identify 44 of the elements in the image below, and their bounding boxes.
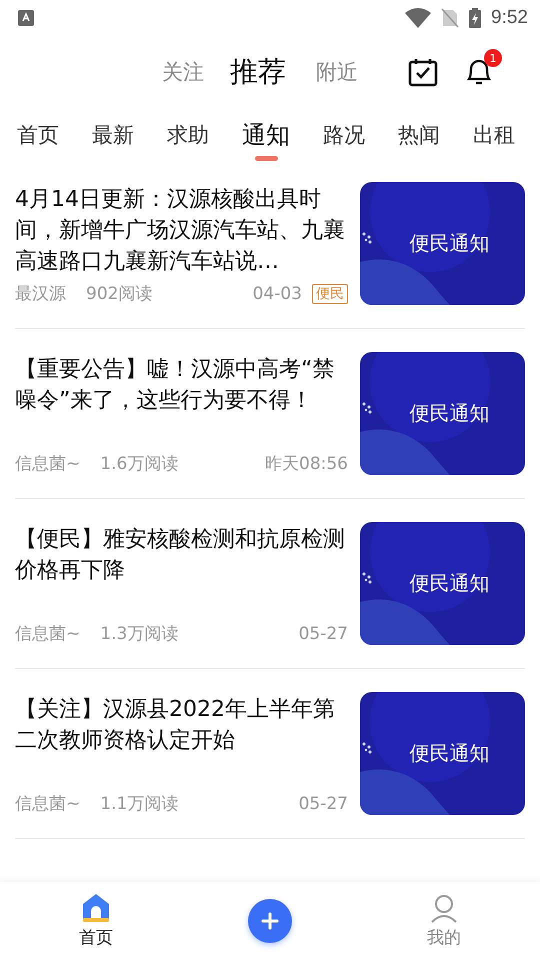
tab-indicator xyxy=(254,156,278,161)
category-tab[interactable]: 路况 xyxy=(323,121,365,150)
article-source: 最汉源 xyxy=(15,283,66,305)
category-tab[interactable]: 通知 xyxy=(242,121,290,150)
category-tab[interactable]: 最新 xyxy=(92,121,134,150)
status-time: 9:52 xyxy=(491,7,528,29)
article-tag: 便民 xyxy=(312,284,348,304)
read-count: 902阅读 xyxy=(86,283,152,305)
article-time: 05-27 xyxy=(298,794,348,814)
thumbnail-caption: 便民通知 xyxy=(410,570,490,597)
plus-icon xyxy=(260,911,280,931)
nav-label[interactable]: 我的 xyxy=(427,926,461,949)
category-tab[interactable]: 首页 xyxy=(17,121,59,150)
bell-icon[interactable] xyxy=(466,57,492,87)
category-tab[interactable]: 出租 xyxy=(473,121,515,150)
top-tab[interactable]: 推荐 xyxy=(230,53,286,91)
battery-icon xyxy=(469,8,482,28)
top-tab[interactable]: 附近 xyxy=(316,58,358,86)
thumbnail-caption: 便民通知 xyxy=(410,740,490,767)
article-source: 信息菌~ xyxy=(15,793,80,815)
read-count: 1.1万阅读 xyxy=(100,793,178,815)
article-title[interactable]: 【重要公告】嘘！汉源中高考“禁噪令”来了，这些行为要不得！ xyxy=(15,352,348,416)
read-count: 1.3万阅读 xyxy=(100,623,178,645)
read-count: 1.6万阅读 xyxy=(100,453,178,475)
thumbnail-caption: 便民通知 xyxy=(410,230,490,257)
category-tab[interactable]: 热闻 xyxy=(398,121,440,150)
no-sim-icon xyxy=(441,8,460,28)
notification-badge: 1 xyxy=(484,49,502,67)
article-title[interactable]: 【便民】雅安核酸检测和抗原检测价格再下降 xyxy=(15,522,348,586)
top-tab[interactable]: 关注 xyxy=(162,58,204,86)
article-time: 昨天08:56 xyxy=(265,453,348,475)
add-button[interactable] xyxy=(248,899,292,943)
article-source: 信息菌~ xyxy=(15,453,80,475)
calendar-check-icon[interactable] xyxy=(408,57,438,87)
category-tab[interactable]: 求助 xyxy=(167,121,209,150)
article-title[interactable]: 【关注】汉源县2022年上半年第二次教师资格认定开始 xyxy=(15,692,348,756)
thumbnail-caption: 便民通知 xyxy=(410,400,490,427)
nav-label[interactable]: 首页 xyxy=(79,926,113,949)
article-title[interactable]: 4月14日更新：汉源核酸出具时间，新增牛广场汉源汽车站、九襄高速路口九襄新汽车站说… xyxy=(15,182,348,277)
keyboard-icon xyxy=(18,10,34,26)
article-source: 信息菌~ xyxy=(15,623,80,645)
wifi-icon xyxy=(405,8,432,28)
article-time: 04-03 xyxy=(252,284,302,304)
article-time: 05-27 xyxy=(298,624,348,644)
